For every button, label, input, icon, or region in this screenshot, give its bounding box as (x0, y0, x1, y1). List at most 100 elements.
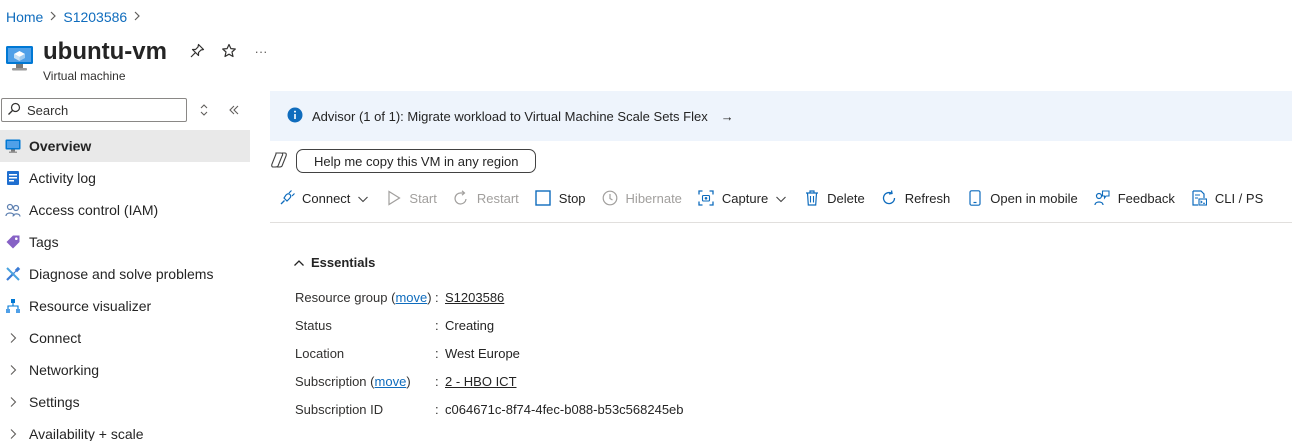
sidebar-item-settings[interactable]: Settings (0, 386, 250, 418)
collapse-sidebar-icon[interactable] (226, 101, 242, 119)
chevron-right-icon (5, 426, 21, 441)
toolbar-divider (270, 222, 1292, 223)
property-colon: : (435, 289, 439, 305)
breadcrumb-home-link[interactable]: Home (6, 9, 43, 25)
refresh-button[interactable]: Refresh (873, 190, 959, 207)
move-link[interactable]: move (395, 290, 427, 305)
page-subtitle: Virtual machine (43, 69, 126, 83)
sidebar-item-label: Settings (29, 394, 80, 410)
stop-button[interactable]: Stop (527, 190, 594, 207)
wrench-icon (5, 266, 21, 282)
property-label: Status (295, 317, 332, 333)
chevron-right-icon (5, 362, 21, 378)
sidebar-item-label: Overview (29, 138, 92, 154)
sidebar-item-label: Networking (29, 362, 100, 378)
sidebar-item-label: Tags (29, 234, 59, 250)
people-icon (5, 202, 21, 218)
property-row-resource-group: Resource group (move) : S1203586 (295, 283, 895, 311)
sidebar-item-diagnose[interactable]: Diagnose and solve problems (0, 258, 250, 290)
property-label: Resource group (move) (295, 290, 435, 305)
capture-button[interactable]: Capture (690, 190, 795, 207)
delete-button[interactable]: Delete (795, 190, 873, 207)
sidebar-item-label: Access control (IAM) (29, 202, 159, 218)
hibernate-button[interactable]: Hibernate (594, 190, 690, 207)
capture-label: Capture (721, 190, 769, 206)
plug-icon (278, 190, 295, 207)
restart-label: Restart (476, 190, 519, 206)
sidebar-item-activity-log[interactable]: Activity log (0, 162, 250, 194)
property-colon: : (435, 317, 439, 333)
sidebar-item-label: Diagnose and solve problems (29, 266, 214, 282)
essentials-toggle[interactable]: Essentials (293, 255, 375, 270)
sidebar-item-label: Availability + scale (29, 426, 144, 441)
activity-log-icon (5, 170, 21, 186)
copilot-prompt-button[interactable]: Help me copy this VM in any region (296, 149, 537, 173)
sidebar-item-connect[interactable]: Connect (0, 322, 250, 354)
feedback-button[interactable]: Feedback (1086, 190, 1183, 207)
restart-button[interactable]: Restart (445, 190, 527, 207)
hibernate-label: Hibernate (625, 190, 682, 206)
property-label-text: Subscription (295, 373, 367, 389)
chevron-down-icon (357, 191, 369, 206)
command-toolbar: Connect Start Restart Stop Hibernate Cap… (270, 184, 1271, 212)
sidebar-search-row (0, 98, 250, 122)
sidebar-item-tags[interactable]: Tags (0, 226, 250, 258)
favorite-star-icon[interactable] (220, 42, 238, 60)
subscription-id-value: c064671c-8f74-4fec-b088-b53c568245eb (445, 401, 684, 417)
chevron-up-icon (293, 255, 305, 270)
sidebar-item-label: Activity log (29, 170, 96, 186)
page-title: ubuntu-vm (43, 38, 167, 65)
sidebar-item-resource-visualizer[interactable]: Resource visualizer (0, 290, 250, 322)
chevron-right-icon (5, 394, 21, 410)
sidebar-search-box (1, 98, 187, 122)
sidebar-item-availability-scale[interactable]: Availability + scale (0, 418, 250, 441)
property-label: Subscription (move) (295, 374, 435, 389)
expand-collapse-icon[interactable] (196, 101, 212, 119)
sidebar-item-access-control[interactable]: Access control (IAM) (0, 194, 250, 226)
sidebar-item-networking[interactable]: Networking (0, 354, 250, 386)
open-in-mobile-button[interactable]: Open in mobile (958, 190, 1085, 207)
paren-close: ) (406, 373, 411, 389)
delete-label: Delete (827, 190, 865, 206)
property-row-status: Status : Creating (295, 311, 895, 339)
advisor-banner[interactable]: Advisor (1 of 1): Migrate workload to Vi… (270, 91, 1292, 141)
start-label: Start (409, 190, 437, 206)
breadcrumb-resource-link[interactable]: S1203586 (63, 9, 127, 25)
open-in-mobile-label: Open in mobile (990, 190, 1078, 206)
copilot-suggestion: Help me copy this VM in any region (270, 148, 537, 174)
mobile-phone-icon (966, 190, 983, 207)
pin-icon[interactable] (188, 42, 206, 60)
search-input[interactable] (27, 102, 177, 118)
chevron-right-icon (5, 330, 21, 346)
connect-button[interactable]: Connect (270, 190, 377, 207)
search-icon (7, 102, 21, 119)
feedback-label: Feedback (1117, 190, 1175, 206)
feedback-person-icon (1094, 190, 1111, 207)
stop-label: Stop (558, 190, 586, 206)
resource-group-link[interactable]: S1203586 (445, 290, 504, 305)
status-value: Creating (445, 317, 495, 333)
essentials-heading: Essentials (311, 255, 376, 270)
start-button[interactable]: Start (377, 190, 444, 207)
property-row-subscription-id: Subscription ID : c064671c-8f74-4fec-b08… (295, 395, 895, 423)
property-colon: : (435, 401, 439, 417)
paren-close: ) (427, 289, 432, 305)
connect-label: Connect (302, 190, 351, 206)
cli-ps-label: CLI / PS (1214, 190, 1264, 206)
property-label: Subscription ID (295, 401, 384, 417)
property-label: Location (295, 345, 345, 361)
info-icon (287, 107, 303, 126)
capture-icon (698, 190, 715, 207)
move-link[interactable]: move (375, 374, 407, 389)
cli-ps-button[interactable]: CLI / PS (1183, 190, 1271, 207)
restart-icon (453, 190, 470, 207)
subscription-link[interactable]: 2 - HBO ICT (445, 374, 517, 389)
refresh-icon (881, 190, 898, 207)
clock-icon (602, 190, 619, 207)
copilot-icon (270, 151, 288, 172)
sidebar-item-overview[interactable]: Overview (0, 130, 250, 162)
virtual-machine-icon (5, 43, 35, 73)
sidebar-item-label: Resource visualizer (29, 298, 152, 314)
more-options-icon[interactable]: ··· (252, 42, 270, 60)
property-row-location: Location : West Europe (295, 339, 895, 367)
